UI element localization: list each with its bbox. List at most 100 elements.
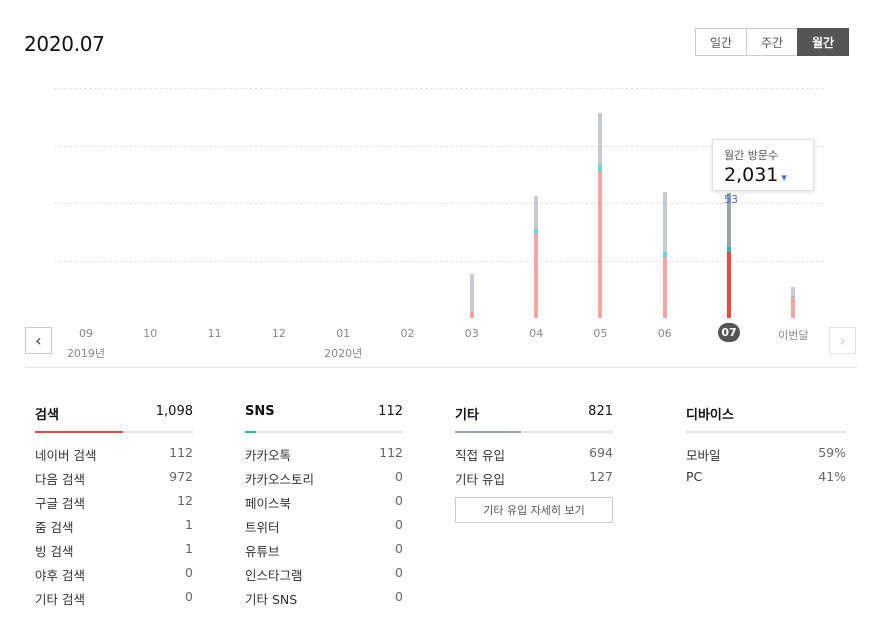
grid-line [54, 260, 824, 262]
stat-label: 페이스북 [245, 496, 292, 511]
x-tick-label[interactable]: 04 [516, 327, 556, 340]
stat-row: 네이버 검색 112 [35, 445, 193, 469]
bar-search-7[interactable] [534, 233, 539, 318]
x-tick-label[interactable]: 이번달 [773, 327, 813, 343]
panel-total: 821 [588, 404, 613, 419]
grid-line [54, 88, 824, 89]
share-bar [35, 431, 193, 433]
panel-header: 기타 821 [455, 404, 613, 424]
stat-row: 페이스북 0 [245, 493, 403, 517]
panel-title: 디바이스 [686, 408, 734, 423]
stat-row: 모바일 59% [686, 445, 846, 469]
bar-sns-7[interactable] [534, 229, 539, 234]
stat-label: 기타 검색 [35, 592, 85, 607]
bar-search-11[interactable] [791, 296, 796, 318]
stat-label: 유튜브 [245, 544, 280, 559]
bar-other-6[interactable] [469, 273, 474, 312]
bar-other-8[interactable] [598, 112, 603, 165]
stat-value: 0 [185, 589, 193, 604]
stat-label: 줌 검색 [35, 520, 74, 535]
stat-row: 인스타그램 0 [245, 565, 403, 589]
stat-value: 0 [395, 469, 403, 484]
tooltip-value: 2,031 [724, 164, 779, 186]
bar-other-9[interactable] [662, 192, 667, 253]
panel-total: 1,098 [155, 404, 193, 419]
stat-value: 0 [395, 493, 403, 508]
stat-row: PC 41% [686, 469, 846, 493]
panel-header: 검색 1,098 [35, 404, 193, 424]
stats-panel: SNS 112 카카오톡 112 카카오스토리 0 페이스북 0 트위터 0 유튜브 0 인스타그램 0 기… [245, 404, 403, 613]
page-title: 2020.07 [24, 32, 105, 56]
bar-search-10[interactable] [727, 252, 731, 318]
x-tick-label[interactable]: 03 [452, 327, 492, 340]
year-label: 2019년 [66, 347, 106, 360]
panel-title: 기타 [455, 408, 479, 423]
divider [25, 367, 857, 368]
stat-row: 다음 검색 972 [35, 469, 193, 493]
x-tick-label[interactable]: 10 [130, 327, 170, 340]
stat-row: 기타 유입 127 [455, 469, 613, 493]
stat-label: 기타 유입 [455, 472, 505, 487]
stat-label: 야후 검색 [35, 568, 85, 583]
other-details-button[interactable]: 기타 유입 자세히 보기 [455, 497, 613, 523]
stat-row: 카카오스토리 0 [245, 469, 403, 493]
stat-value: 0 [395, 541, 403, 556]
share-bar-fill [455, 431, 522, 433]
stat-label: 인스타그램 [245, 568, 303, 583]
x-tick-label[interactable]: 05 [580, 327, 620, 340]
prev-arrow-button[interactable]: ‹ [25, 327, 52, 354]
stats-panel: 디바이스모바일 59% PC 41% [686, 404, 846, 493]
stat-value: 0 [395, 565, 403, 580]
stat-value: 127 [589, 469, 613, 484]
share-bar [686, 431, 846, 433]
x-tick-label[interactable]: 01 [323, 327, 363, 340]
stat-value: 972 [169, 469, 193, 484]
bar-search-9[interactable] [662, 257, 667, 318]
stat-row: 트위터 0 [245, 517, 403, 541]
x-tick-label[interactable]: 11 [195, 327, 235, 340]
bar-other-7[interactable] [534, 196, 539, 230]
panel-title: SNS [245, 404, 275, 419]
stat-value: 694 [589, 445, 613, 460]
stat-value: 112 [169, 445, 193, 460]
chevron-right-icon: › [839, 331, 846, 350]
stat-label: PC [686, 469, 703, 484]
stat-row: 기타 SNS 0 [245, 589, 403, 613]
tab-monthly[interactable]: 월간 [797, 28, 849, 56]
bar-search-8[interactable] [598, 172, 603, 318]
tab-weekly[interactable]: 주간 [746, 28, 798, 56]
tooltip-change-value: 53 [724, 193, 738, 206]
bar-sns-10[interactable] [727, 246, 731, 253]
stat-row: 유튜브 0 [245, 541, 403, 565]
bar-other-11[interactable] [791, 287, 796, 296]
bar-sns-8[interactable] [598, 164, 603, 173]
stat-label: 카카오스토리 [245, 472, 315, 487]
x-tick-label[interactable]: 12 [259, 327, 299, 340]
tooltip-value-row: 2,031 ▾ 53 [724, 164, 802, 208]
stat-row: 카카오톡 112 [245, 445, 403, 469]
stat-label: 기타 SNS [245, 592, 298, 607]
tab-daily[interactable]: 일간 [695, 28, 747, 56]
caret-down-icon: ▾ [781, 171, 787, 184]
stat-label: 직접 유입 [455, 448, 505, 463]
bar-search-6[interactable] [469, 311, 474, 318]
x-tick-label[interactable]: 02 [388, 327, 428, 340]
stat-row: 야후 검색 0 [35, 565, 193, 589]
bar-sns-9[interactable] [662, 252, 667, 258]
x-tick-label[interactable]: 07 [718, 323, 740, 342]
stat-label: 네이버 검색 [35, 448, 97, 463]
stat-label: 빙 검색 [35, 544, 74, 559]
x-tick-label[interactable]: 09 [66, 327, 106, 340]
grid-line [54, 203, 824, 204]
panel-header: SNS 112 [245, 404, 403, 424]
stat-value: 1 [185, 517, 193, 532]
grid-line [54, 145, 824, 147]
x-tick-label[interactable]: 06 [645, 327, 685, 340]
stat-value: 0 [185, 565, 193, 580]
tooltip-label: 월간 방문수 [724, 149, 779, 162]
stat-value: 0 [395, 589, 403, 604]
bar-sns-11[interactable] [791, 295, 796, 297]
stat-value: 1 [185, 541, 193, 556]
stat-row: 직접 유입 694 [455, 445, 613, 469]
next-arrow-button[interactable]: › [829, 327, 856, 354]
